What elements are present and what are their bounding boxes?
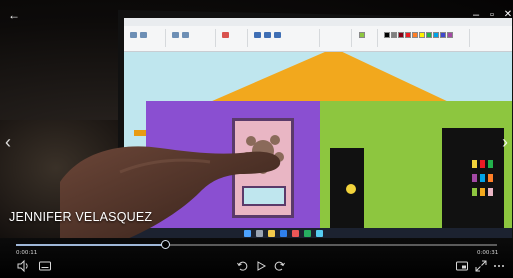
video-player[interactable]: – ▫ ✕ ← ‹ › JENNIFER VELASQUEZ 0:00:11 0… [0, 0, 513, 278]
paste-icon [130, 32, 137, 38]
subtitles-icon [39, 261, 51, 271]
play-button[interactable] [254, 259, 268, 273]
seek-thumb[interactable] [161, 240, 170, 249]
close-button[interactable]: ✕ [500, 8, 513, 22]
app-icon [304, 230, 311, 237]
color-yellow [419, 32, 425, 38]
skip-back-button[interactable] [236, 259, 250, 273]
paint-ribbon [124, 26, 512, 52]
pencil-icon [222, 32, 229, 38]
seek-progress [16, 244, 165, 246]
miniplayer-icon [456, 261, 468, 271]
shelf-item [488, 160, 493, 168]
more-icon [494, 265, 504, 267]
skip-forward-button[interactable] [272, 259, 286, 273]
forward-icon [274, 261, 285, 271]
color-green [426, 32, 432, 38]
ribbon-shapes [250, 29, 320, 47]
shape-icon [254, 32, 261, 38]
crop-icon [182, 32, 189, 38]
shelf-item [480, 188, 485, 196]
cut-icon [140, 32, 147, 38]
volume-button[interactable] [16, 259, 30, 273]
back-arrow-icon[interactable]: ← [6, 8, 22, 22]
volume-icon [17, 259, 28, 273]
ribbon-tools [218, 29, 248, 47]
subtitles-button[interactable] [38, 259, 52, 273]
video-frame[interactable]: – ▫ ✕ ← ‹ › JENNIFER VELASQUEZ [0, 0, 513, 238]
color-red [405, 32, 411, 38]
app-icon [316, 230, 323, 237]
next-button[interactable]: › [499, 132, 511, 152]
shelf-item [488, 188, 493, 196]
shape-icon [264, 32, 271, 38]
ribbon-palette [380, 29, 470, 47]
color-purple [447, 32, 453, 38]
color-darkred [398, 32, 404, 38]
shelf [442, 128, 504, 228]
rewind-icon [237, 261, 248, 271]
color-gray [391, 32, 397, 38]
color-blue [433, 32, 439, 38]
shape-icon [274, 32, 281, 38]
ribbon-size [322, 29, 352, 47]
maximize-button[interactable]: ▫ [484, 8, 500, 22]
shelf-item [472, 174, 477, 182]
ribbon-clipboard [126, 29, 166, 47]
ribbon-image [168, 29, 216, 47]
color-indigo [440, 32, 446, 38]
shelf-item [480, 174, 485, 182]
shelf-item [480, 160, 485, 168]
remaining-time: 0:00:31 [477, 250, 499, 256]
color-orange [412, 32, 418, 38]
minimize-button[interactable]: – [468, 8, 484, 22]
more-options-button[interactable] [492, 259, 506, 273]
paint-titlebar [124, 18, 512, 26]
select-icon [172, 32, 179, 38]
shelf-item [472, 188, 477, 196]
video-caption: JENNIFER VELASQUEZ [9, 210, 153, 224]
color-black [384, 32, 390, 38]
shelf-item [488, 174, 493, 182]
fullscreen-icon [475, 260, 487, 272]
play-icon [257, 261, 267, 271]
fullscreen-button[interactable] [474, 259, 488, 273]
elapsed-time: 0:00:11 [16, 250, 38, 256]
color1-swatch [359, 32, 365, 38]
miniplayer-button[interactable] [455, 259, 469, 273]
previous-button[interactable]: ‹ [2, 132, 14, 152]
shelf-item [472, 160, 477, 168]
door-knob [346, 184, 356, 194]
ribbon-color1 [354, 29, 378, 47]
